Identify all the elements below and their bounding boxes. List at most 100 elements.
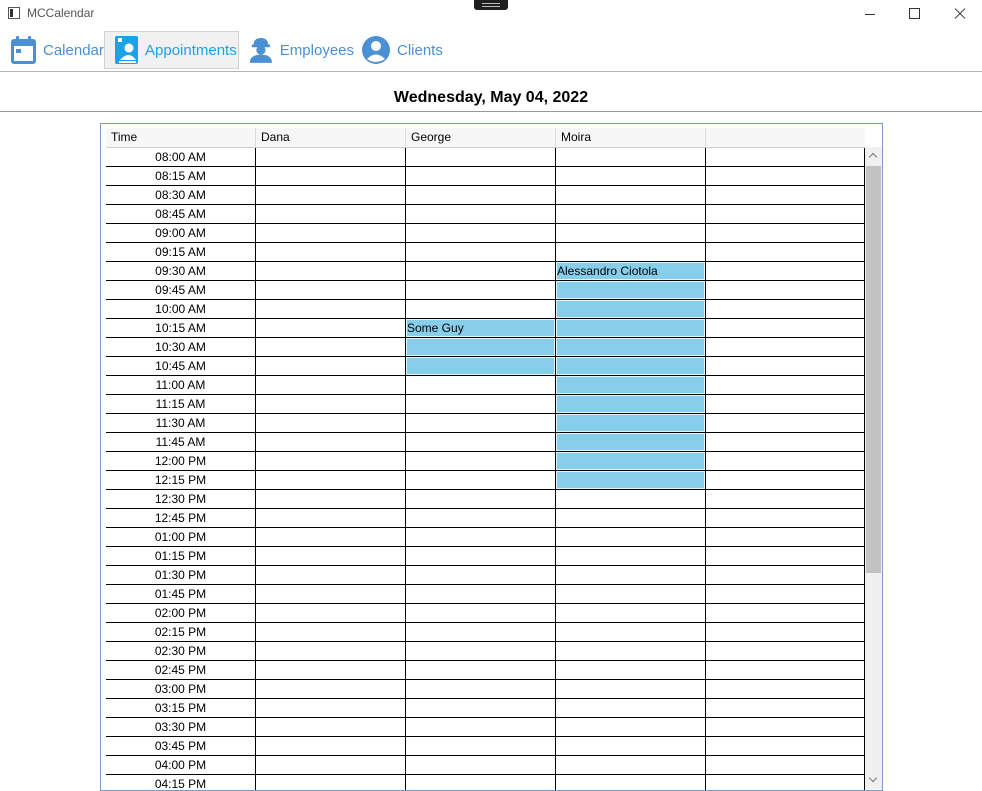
slot-cell-extra[interactable] bbox=[706, 471, 865, 490]
slot-cell-moira[interactable] bbox=[556, 623, 706, 642]
close-button[interactable] bbox=[936, 0, 982, 29]
slot-cell-george[interactable] bbox=[406, 452, 556, 471]
column-header-time[interactable]: Time bbox=[106, 128, 256, 147]
scroll-up-arrow-icon[interactable] bbox=[865, 147, 882, 164]
slot-cell-george[interactable] bbox=[406, 395, 556, 414]
slot-cell-george[interactable] bbox=[406, 338, 556, 357]
slot-cell-dana[interactable] bbox=[256, 300, 406, 319]
slot-cell-george[interactable] bbox=[406, 642, 556, 661]
slot-cell-dana[interactable] bbox=[256, 585, 406, 604]
slot-cell-dana[interactable] bbox=[256, 376, 406, 395]
slot-cell-extra[interactable] bbox=[706, 585, 865, 604]
slot-cell-george[interactable] bbox=[406, 300, 556, 319]
slot-cell-moira[interactable] bbox=[556, 319, 706, 338]
slot-cell-moira[interactable] bbox=[556, 509, 706, 528]
scroll-thumb[interactable] bbox=[866, 166, 881, 573]
slot-cell-moira[interactable] bbox=[556, 205, 706, 224]
nav-clients-button[interactable]: Clients bbox=[356, 31, 446, 69]
slot-cell-george[interactable] bbox=[406, 737, 556, 756]
slot-cell-dana[interactable] bbox=[256, 167, 406, 186]
slot-cell-george[interactable] bbox=[406, 509, 556, 528]
slot-cell-extra[interactable] bbox=[706, 490, 865, 509]
vertical-scrollbar[interactable] bbox=[865, 147, 882, 789]
slot-cell-moira[interactable] bbox=[556, 148, 706, 167]
slot-cell-george[interactable] bbox=[406, 471, 556, 490]
slot-cell-george[interactable] bbox=[406, 224, 556, 243]
slot-cell-dana[interactable] bbox=[256, 224, 406, 243]
column-header-dana[interactable]: Dana bbox=[256, 128, 406, 147]
nav-calendar-button[interactable]: Calendar bbox=[4, 31, 104, 69]
slot-cell-moira[interactable] bbox=[556, 566, 706, 585]
slot-cell-dana[interactable] bbox=[256, 775, 406, 790]
slot-cell-dana[interactable] bbox=[256, 395, 406, 414]
slot-cell-george[interactable] bbox=[406, 376, 556, 395]
slot-cell-extra[interactable] bbox=[706, 604, 865, 623]
slot-cell-moira[interactable] bbox=[556, 433, 706, 452]
maximize-button[interactable] bbox=[891, 0, 937, 29]
slot-cell-george[interactable] bbox=[406, 281, 556, 300]
slot-cell-extra[interactable] bbox=[706, 319, 865, 338]
slot-cell-moira[interactable] bbox=[556, 376, 706, 395]
slot-cell-moira[interactable] bbox=[556, 585, 706, 604]
slot-cell-george[interactable] bbox=[406, 205, 556, 224]
slot-cell-moira[interactable]: Alessandro Ciotola bbox=[556, 262, 706, 281]
slot-cell-extra[interactable] bbox=[706, 566, 865, 585]
slot-cell-extra[interactable] bbox=[706, 338, 865, 357]
slot-cell-george[interactable] bbox=[406, 756, 556, 775]
slot-cell-dana[interactable] bbox=[256, 756, 406, 775]
slot-cell-moira[interactable] bbox=[556, 338, 706, 357]
slot-cell-moira[interactable] bbox=[556, 756, 706, 775]
slot-cell-moira[interactable] bbox=[556, 452, 706, 471]
slot-cell-george[interactable] bbox=[406, 585, 556, 604]
slot-cell-george[interactable]: Some Guy bbox=[406, 319, 556, 338]
slot-cell-george[interactable] bbox=[406, 718, 556, 737]
slot-cell-extra[interactable] bbox=[706, 528, 865, 547]
slot-cell-george[interactable] bbox=[406, 186, 556, 205]
slot-cell-moira[interactable] bbox=[556, 528, 706, 547]
slot-cell-george[interactable] bbox=[406, 547, 556, 566]
slot-cell-george[interactable] bbox=[406, 661, 556, 680]
slot-cell-extra[interactable] bbox=[706, 148, 865, 167]
slot-cell-george[interactable] bbox=[406, 357, 556, 376]
slot-cell-extra[interactable] bbox=[706, 775, 865, 790]
slot-cell-moira[interactable] bbox=[556, 490, 706, 509]
slot-cell-george[interactable] bbox=[406, 414, 556, 433]
slot-cell-dana[interactable] bbox=[256, 528, 406, 547]
slot-cell-dana[interactable] bbox=[256, 509, 406, 528]
slot-cell-moira[interactable] bbox=[556, 357, 706, 376]
slot-cell-george[interactable] bbox=[406, 243, 556, 262]
slot-cell-extra[interactable] bbox=[706, 756, 865, 775]
slot-cell-george[interactable] bbox=[406, 490, 556, 509]
slot-cell-extra[interactable] bbox=[706, 737, 865, 756]
slot-cell-george[interactable] bbox=[406, 604, 556, 623]
slot-cell-extra[interactable] bbox=[706, 699, 865, 718]
slot-cell-dana[interactable] bbox=[256, 718, 406, 737]
slot-cell-extra[interactable] bbox=[706, 642, 865, 661]
slot-cell-extra[interactable] bbox=[706, 224, 865, 243]
slot-cell-dana[interactable] bbox=[256, 338, 406, 357]
column-header-moira[interactable]: Moira bbox=[556, 128, 706, 147]
slot-cell-george[interactable] bbox=[406, 433, 556, 452]
slot-cell-extra[interactable] bbox=[706, 680, 865, 699]
slot-cell-dana[interactable] bbox=[256, 680, 406, 699]
slot-cell-dana[interactable] bbox=[256, 661, 406, 680]
slot-cell-george[interactable] bbox=[406, 775, 556, 790]
slot-cell-dana[interactable] bbox=[256, 604, 406, 623]
slot-cell-george[interactable] bbox=[406, 566, 556, 585]
slot-cell-dana[interactable] bbox=[256, 262, 406, 281]
slot-cell-dana[interactable] bbox=[256, 433, 406, 452]
slot-cell-extra[interactable] bbox=[706, 281, 865, 300]
slot-cell-extra[interactable] bbox=[706, 167, 865, 186]
slot-cell-george[interactable] bbox=[406, 167, 556, 186]
slot-cell-dana[interactable] bbox=[256, 148, 406, 167]
slot-cell-extra[interactable] bbox=[706, 433, 865, 452]
slot-cell-extra[interactable] bbox=[706, 243, 865, 262]
slot-cell-moira[interactable] bbox=[556, 281, 706, 300]
slot-cell-george[interactable] bbox=[406, 148, 556, 167]
slot-cell-moira[interactable] bbox=[556, 414, 706, 433]
slot-cell-moira[interactable] bbox=[556, 642, 706, 661]
slot-cell-extra[interactable] bbox=[706, 661, 865, 680]
slot-cell-moira[interactable] bbox=[556, 167, 706, 186]
slot-cell-moira[interactable] bbox=[556, 224, 706, 243]
slot-cell-dana[interactable] bbox=[256, 243, 406, 262]
